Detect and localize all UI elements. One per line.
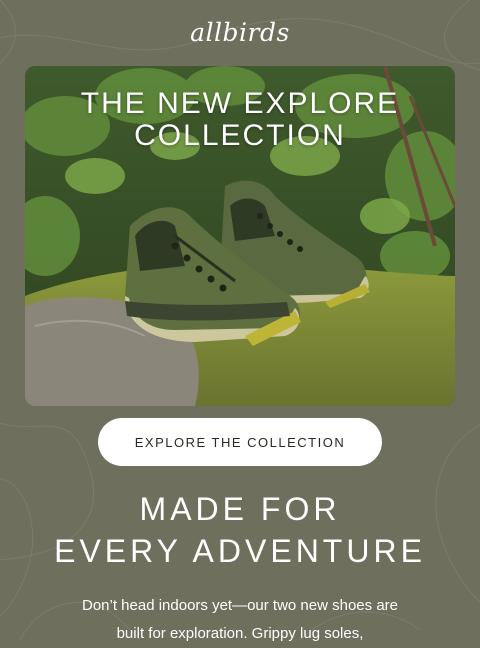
section-headline: MADE FOR EVERY ADVENTURE (0, 488, 480, 572)
headline-line-2: EVERY ADVENTURE (54, 533, 426, 569)
allbirds-logo[interactable]: allbirds (0, 18, 480, 47)
headline-line-1: MADE FOR (139, 491, 341, 527)
explore-collection-button[interactable]: EXPLORE THE COLLECTION (98, 418, 382, 466)
hero-title-line-1: THE NEW EXPLORE (80, 87, 400, 120)
hero-image[interactable]: THE NEW EXPLORE COLLECTION (25, 66, 455, 406)
body-line-2: built for exploration. Grippy lug soles, (116, 625, 364, 642)
hero-title: THE NEW EXPLORE COLLECTION (25, 88, 455, 152)
body-line-1: Don’t head indoors yet—our two new shoes… (81, 597, 398, 614)
hero-title-line-2: COLLECTION (134, 119, 346, 152)
